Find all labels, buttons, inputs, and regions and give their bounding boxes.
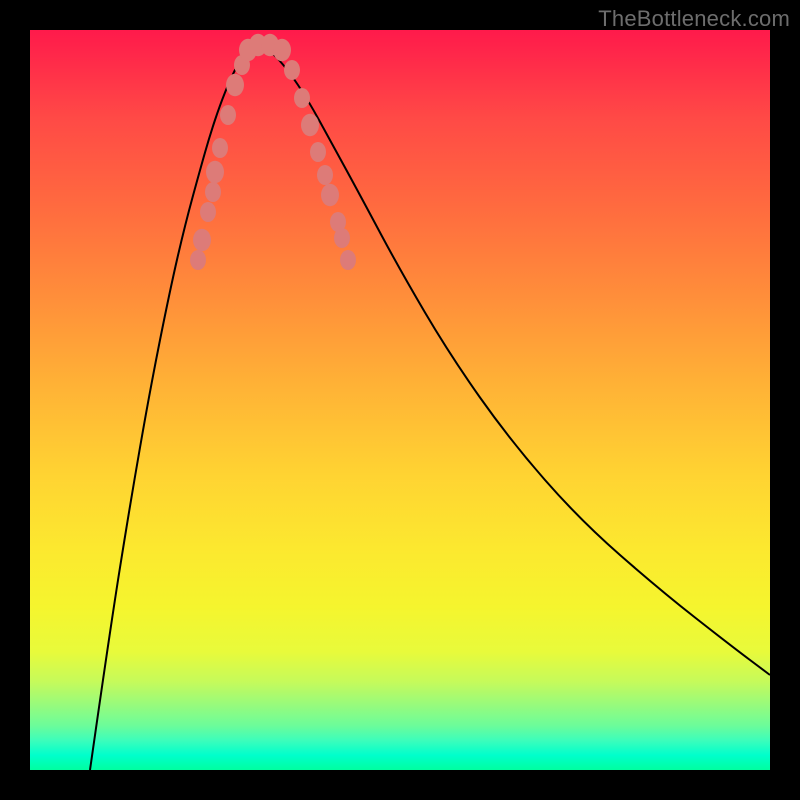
data-marker [294,88,310,108]
bottleneck-curve [90,45,770,770]
data-marker [310,142,326,162]
curve-svg [30,30,770,770]
markers-group [190,34,356,270]
data-marker [340,250,356,270]
data-marker [190,250,206,270]
watermark-text: TheBottleneck.com [598,6,790,32]
data-marker [206,161,224,184]
data-marker [321,184,339,207]
data-marker [212,138,228,158]
data-marker [193,229,211,252]
data-marker [205,182,221,202]
data-marker [273,39,291,62]
data-marker [226,74,244,97]
data-marker [200,202,216,222]
data-marker [284,60,300,80]
data-marker [301,114,319,137]
data-marker [334,228,350,248]
data-marker [317,165,333,185]
chart-frame: TheBottleneck.com [0,0,800,800]
plot-gradient-area [30,30,770,770]
data-marker [220,105,236,125]
